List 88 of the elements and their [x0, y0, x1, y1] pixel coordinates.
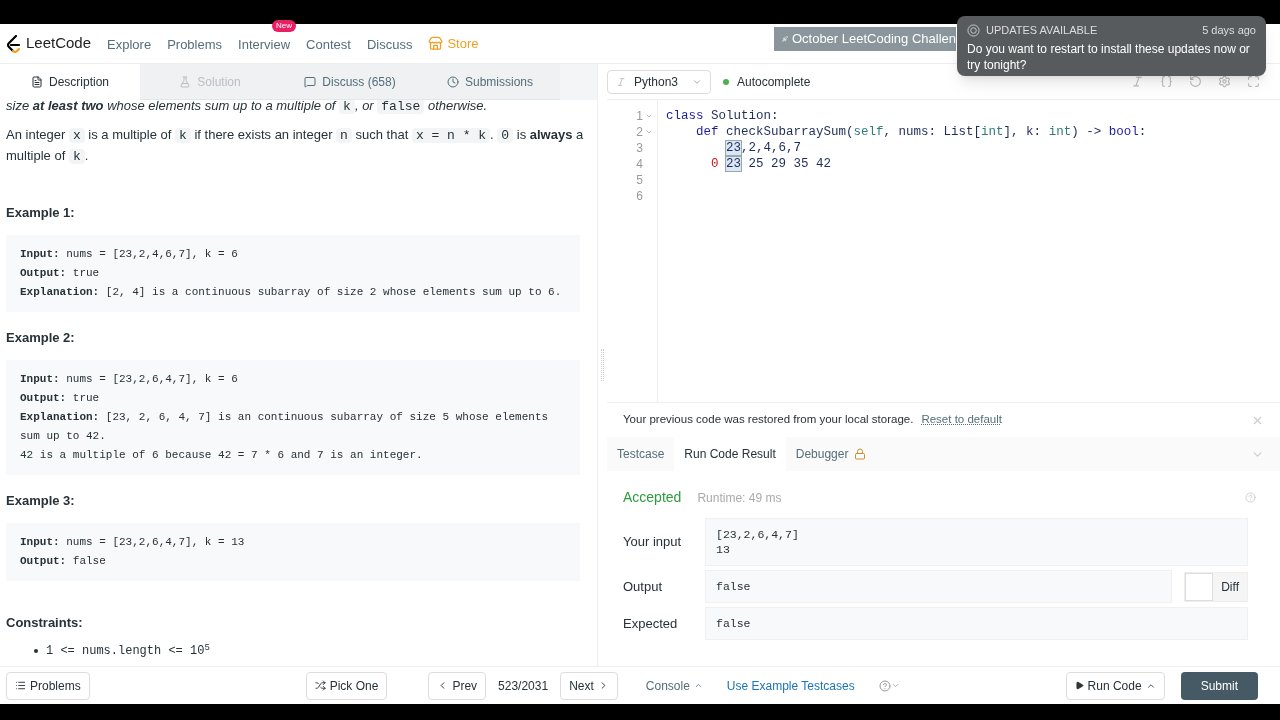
- leetcode-logo[interactable]: LeetCode: [6, 32, 92, 55]
- pick-one-button[interactable]: Pick One: [305, 671, 388, 700]
- example-line: Output: false: [20, 554, 107, 569]
- result-tab[interactable]: Debugger: [785, 437, 877, 471]
- example-line: Output: true: [20, 391, 101, 406]
- example-line: Explanation: [23, 2, 6, 4, 7] is an continuous subarray of size 5 whose elements sum up to 42.: [20, 410, 550, 444]
- next-button[interactable]: Next: [560, 671, 618, 700]
- reset-icon[interactable]: [1189, 75, 1202, 88]
- example-heading: Example 1:: [6, 204, 76, 222]
- rocket-icon: [782, 33, 788, 45]
- result-label: Output: [623, 577, 664, 596]
- example-heading: Example 2:: [6, 329, 76, 347]
- result-label: Your input: [623, 533, 683, 552]
- help-icon[interactable]: [1245, 492, 1256, 503]
- chat-bubble-icon: [304, 75, 317, 88]
- autocomplete-toggle[interactable]: Autocomplete: [737, 72, 811, 91]
- help-menu-button[interactable]: [878, 679, 900, 692]
- result-label: Expected: [623, 614, 679, 633]
- panel-tab[interactable]: Submissions: [420, 64, 560, 100]
- line-number: 4: [636, 156, 643, 172]
- example-heading: Example 3:: [6, 492, 76, 510]
- fullscreen-icon[interactable]: [1247, 75, 1260, 88]
- italic-icon: [616, 76, 626, 87]
- list-icon: [15, 680, 26, 691]
- problem-position: 523/2031: [497, 677, 550, 695]
- panel-tab[interactable]: Description: [0, 64, 140, 100]
- code-line: def checkSubarraySum(self, nums: List[int], k: int) -> bool:: [695, 124, 1147, 140]
- flask-icon: [179, 75, 192, 88]
- line-number: 3: [636, 140, 643, 156]
- line-number: 5: [636, 172, 643, 188]
- run-code-button[interactable]: Run Code: [1065, 671, 1165, 700]
- settings-icon[interactable]: [1218, 75, 1231, 88]
- italic-icon[interactable]: [1131, 75, 1144, 88]
- example-line: Input: nums = [23,2,4,6,7], k = 6: [20, 247, 239, 262]
- result-tab[interactable]: Run Code Result: [674, 437, 786, 471]
- example-line: 42 is a multiple of 6 because 42 = 7 * 6 and 7 is an integer.: [20, 448, 424, 463]
- shuffle-icon: [314, 680, 326, 691]
- play-icon: [1074, 681, 1084, 690]
- description-paragraph: An integer x is a multiple of k if there exists an integer n such that x = n * k . 0 is always a multiple of k .: [6, 126, 585, 166]
- resize-handle[interactable]: [601, 349, 604, 381]
- system-update-icon: [967, 23, 980, 37]
- caret-icon: [890, 681, 900, 690]
- code-line: 0 23 25 29 35 42: [710, 156, 833, 172]
- code-line: class Solution:: [666, 108, 780, 124]
- diff-toggle[interactable]: Diff: [1184, 571, 1248, 602]
- nav-link[interactable]: Contest: [306, 36, 351, 52]
- nav-link[interactable]: Discuss: [366, 36, 413, 52]
- panel-tab[interactable]: Discuss (658): [280, 64, 420, 100]
- prev-button[interactable]: Prev: [428, 671, 487, 700]
- nav-link[interactable]: Interview: [238, 36, 291, 52]
- example-line: Input: nums = [23,2,6,4,7], k = 6: [20, 372, 239, 387]
- example-line: Output: true: [20, 266, 101, 281]
- result-value: false: [705, 570, 1173, 603]
- restore-notice: Your previous code was restored from your local storage.: [623, 412, 914, 428]
- nav-link[interactable]: Problems: [167, 36, 223, 52]
- braces-icon[interactable]: [1160, 75, 1173, 88]
- bullet-icon: [34, 649, 38, 653]
- status-text: Accepted: [623, 488, 682, 507]
- constraints-heading: Constraints:: [6, 614, 84, 632]
- document-icon: [31, 76, 43, 88]
- example-line: Input: nums = [23,2,6,4,7], k = 13: [20, 535, 246, 550]
- caret-icon: [693, 681, 703, 690]
- line-number: 1: [636, 108, 643, 124]
- notification-time: 5 days ago: [1202, 23, 1256, 38]
- language-select[interactable]: Python3: [607, 69, 711, 94]
- console-button[interactable]: Console: [645, 676, 703, 695]
- result-value: false: [705, 607, 1248, 640]
- problems-button[interactable]: Problems: [6, 671, 90, 700]
- notification-message: Do you want to restart to install these updates now or try tonight?: [967, 40, 1251, 73]
- submit-button[interactable]: Submit: [1180, 671, 1258, 700]
- help-icon: [878, 679, 891, 692]
- nav-link[interactable]: Explore: [107, 36, 152, 52]
- challenge-banner[interactable]: October LeetCoding Challen: [774, 27, 956, 51]
- line-number: 2: [636, 124, 643, 140]
- line-number: 6: [636, 188, 643, 204]
- notification-title: UPDATES AVAILABLE: [986, 23, 1098, 38]
- result-tab[interactable]: Testcase: [607, 437, 675, 471]
- reset-link[interactable]: Reset to default: [921, 411, 1002, 429]
- example-line: Explanation: [2, 4] is a continuous subarray of size 2 whose elements sum up to 6.: [20, 285, 563, 300]
- result-value: [23,2,6,4,7] 13: [705, 518, 1248, 566]
- example-testcases-link[interactable]: Use Example Testcases: [726, 676, 855, 695]
- update-notification[interactable]: UPDATES AVAILABLE 5 days ago Do you want to restart to install these updates now or try tonight?: [957, 16, 1266, 76]
- runtime-text: Runtime: 49 ms: [697, 489, 782, 507]
- code-line: 23,2,4,6,7: [725, 140, 803, 156]
- clock-icon: [447, 75, 459, 88]
- description-paragraph: size at least two whose elements sum up to a multiple of k , or false otherwise.: [6, 100, 489, 116]
- constraint-text: 1 <= nums.length <= 10$^{5}$: [46, 641, 210, 660]
- store-icon: [428, 36, 444, 51]
